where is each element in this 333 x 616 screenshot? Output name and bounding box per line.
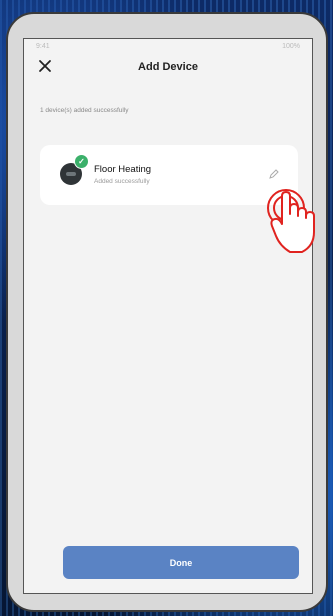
status-battery: 100% [282, 42, 300, 50]
pencil-icon[interactable] [268, 167, 280, 179]
tap-hand-icon [267, 189, 315, 253]
close-icon[interactable] [38, 59, 54, 75]
check-icon: ✓ [74, 154, 89, 169]
page-title: Add Device [138, 61, 198, 73]
done-button[interactable]: Done [63, 546, 299, 579]
nav-bar: Add Device [24, 53, 312, 81]
device-card[interactable]: ✓ Floor Heating Added successfully [40, 145, 298, 205]
device-icon-wrap: ✓ [60, 154, 89, 185]
device-status: Added successfully [94, 178, 150, 185]
status-time: 9:41 [36, 42, 50, 50]
app-screen: 9:41 100% Add Device 1 device(s) added s… [23, 38, 313, 594]
phone-frame: 9:41 100% Add Device 1 device(s) added s… [6, 12, 328, 612]
device-name: Floor Heating [94, 164, 152, 175]
status-bar: 9:41 100% [24, 39, 312, 53]
success-summary: 1 device(s) added successfully [40, 107, 129, 114]
